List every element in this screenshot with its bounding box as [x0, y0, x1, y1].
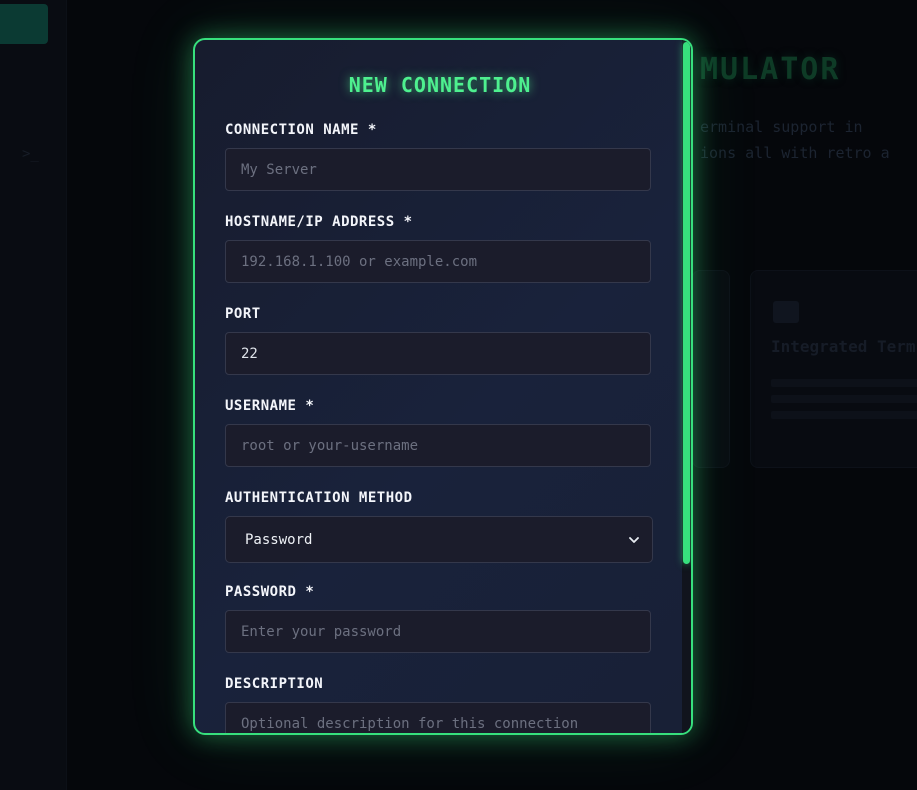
- username-label: USERNAME *: [225, 398, 315, 414]
- modal-title: NEW CONNECTION: [348, 73, 532, 97]
- auth-method-label: AUTHENTICATION METHOD: [225, 490, 413, 506]
- port-input[interactable]: [225, 332, 651, 375]
- hostname-input[interactable]: [225, 240, 651, 283]
- feature-card: [692, 270, 730, 468]
- hostname-label: HOSTNAME/IP ADDRESS *: [225, 214, 413, 230]
- modal-scrollbar[interactable]: [682, 40, 691, 733]
- feature-card-text: [771, 395, 917, 403]
- username-input[interactable]: [225, 424, 651, 467]
- description-label: DESCRIPTION: [225, 676, 324, 692]
- feature-card-text: [771, 411, 917, 419]
- app-description-line: erminal support in: [700, 118, 863, 136]
- connection-name-input[interactable]: [225, 148, 651, 191]
- app-description-line: ions all with retro a: [700, 144, 890, 162]
- feature-card: Integrated Term: [750, 270, 917, 468]
- connection-name-label: CONNECTION NAME *: [225, 122, 377, 138]
- auth-method-value: Password: [245, 531, 313, 548]
- sidebar-new-button[interactable]: [0, 4, 48, 44]
- sidebar: >_: [0, 0, 67, 790]
- feature-card-title: Integrated Term: [771, 337, 916, 356]
- scrollbar-thumb[interactable]: [683, 42, 690, 564]
- password-input[interactable]: [225, 610, 651, 653]
- new-connection-modal: NEW CONNECTION CONNECTION NAME * HOSTNAM…: [193, 38, 693, 735]
- description-input[interactable]: [225, 702, 651, 733]
- auth-method-select[interactable]: Password: [225, 516, 653, 563]
- feature-icon: [773, 301, 799, 323]
- chevron-down-icon: [629, 536, 639, 543]
- port-label: PORT: [225, 306, 261, 322]
- feature-card-text: [771, 379, 917, 387]
- password-label: PASSWORD *: [225, 584, 315, 600]
- terminal-icon[interactable]: >_: [22, 146, 39, 162]
- app-description: erminal support in ions all with retro a: [700, 114, 917, 166]
- app-title: MULATOR: [700, 52, 841, 87]
